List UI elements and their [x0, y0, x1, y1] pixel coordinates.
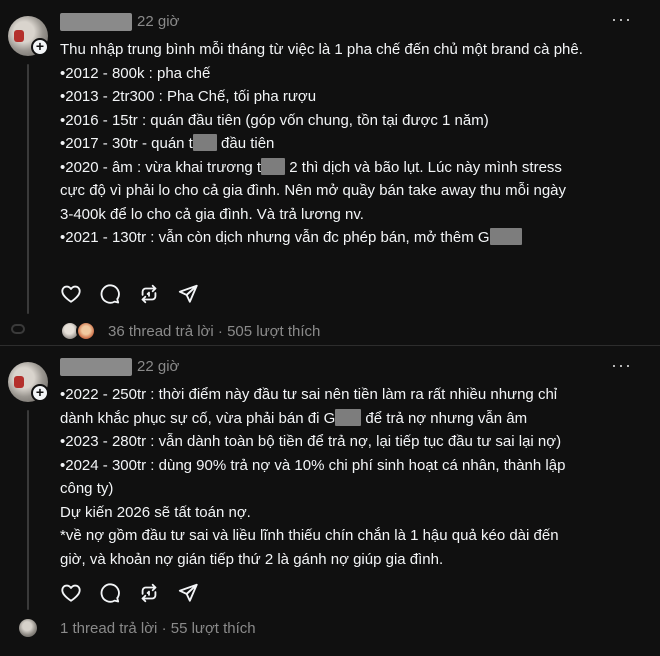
- thread-line: [27, 64, 29, 314]
- username-redacted[interactable]: [60, 13, 132, 31]
- redacted-text: [192, 134, 217, 151]
- repost-icon[interactable]: [138, 283, 160, 305]
- comment-icon[interactable]: [99, 582, 121, 604]
- post-body: Thu nhập trung bình mỗi tháng từ việc là…: [60, 38, 650, 250]
- like-count[interactable]: 55 lượt thích: [171, 620, 256, 637]
- post-line: Dự kiến 2026 sẽ tất toán nợ.: [60, 503, 251, 521]
- action-bar: [60, 582, 199, 604]
- engagement-text[interactable]: 1 thread trả lời · 55 lượt thích: [60, 620, 256, 637]
- post-text: dành khắc phục sự cố, vừa phải bán đi G: [60, 409, 336, 427]
- post-text: 2 thì dịch và bão lụt. Lúc này mình stre…: [285, 158, 562, 176]
- more-icon[interactable]: ···: [611, 9, 632, 30]
- like-count[interactable]: 505 lượt thích: [227, 323, 320, 340]
- avatar: [76, 321, 96, 341]
- follow-plus-icon[interactable]: +: [31, 38, 49, 56]
- post-line: •2022 - 250tr : thời điểm này đầu tư sai…: [60, 386, 558, 403]
- avatar: [19, 619, 37, 637]
- more-icon[interactable]: ···: [611, 355, 632, 376]
- post-line: •2020 - âm : vừa khai trương t 2 thì dịc…: [60, 156, 650, 180]
- share-icon[interactable]: [177, 582, 199, 604]
- action-bar: [60, 283, 199, 305]
- heart-icon[interactable]: [60, 283, 82, 305]
- engagement-text[interactable]: 36 thread trả lời · 505 lượt thích: [108, 323, 320, 340]
- post-line: công ty): [60, 480, 114, 497]
- post-line: •2016 - 15tr : quán đầu tiên (góp vốn ch…: [60, 111, 489, 129]
- separator: ·: [217, 322, 223, 340]
- post-body: •2022 - 250tr : thời điểm này đầu tư sai…: [60, 383, 650, 571]
- post-text: •2017 - 30tr - quán t: [60, 135, 193, 152]
- heart-icon[interactable]: [60, 582, 82, 604]
- post-line: dành khắc phục sự cố, vừa phải bán đi G …: [60, 407, 650, 431]
- reply-count[interactable]: 36 thread trả lời: [108, 323, 214, 340]
- thread-loop-icon: [11, 324, 25, 334]
- redacted-text: [335, 408, 362, 426]
- redacted-text: [261, 157, 286, 175]
- post-time: 22 giờ: [137, 358, 180, 375]
- post-line: *về nợ gồm đầu tư sai và liều lĩnh thiếu…: [60, 527, 559, 544]
- post-line: •2024 - 300tr : dùng 90% trả nợ và 10% c…: [60, 456, 566, 474]
- thread-post-2: + 22 giờ ··· •2022 - 250tr : thời điểm n…: [0, 346, 660, 656]
- post-text: đầu tiên: [216, 135, 275, 152]
- post-line: 3-400k để lo cho cả gia đình. Và trả lươ…: [60, 205, 364, 223]
- separator: ·: [161, 620, 167, 637]
- post-line: Thu nhập trung bình mỗi tháng từ việc là…: [60, 41, 583, 58]
- comment-icon[interactable]: [99, 283, 121, 305]
- post-line: •2023 - 280tr : vẫn dành toàn bộ tiền để…: [60, 433, 562, 450]
- post-text: •2021 - 130tr : vẫn còn dịch nhưng vẫn đ…: [60, 229, 490, 246]
- post-time: 22 giờ: [137, 13, 180, 30]
- redacted-text: [489, 228, 522, 245]
- share-icon[interactable]: [177, 283, 199, 305]
- post-line: •2021 - 130tr : vẫn còn dịch nhưng vẫn đ…: [60, 226, 650, 250]
- follow-plus-icon[interactable]: +: [31, 384, 49, 402]
- post-line: •2017 - 30tr - quán t đầu tiên: [60, 132, 650, 156]
- username-redacted[interactable]: [60, 358, 132, 376]
- post-line: cực độ vì phải lo cho cả gia đình. Nên m…: [60, 182, 567, 199]
- post-line: giờ, và khoản nợ gián tiếp thứ 2 là gánh…: [60, 550, 444, 568]
- reply-count[interactable]: 1 thread trả lời: [60, 620, 157, 637]
- post-text: •2020 - âm : vừa khai trương t: [60, 158, 262, 176]
- post-line: •2012 - 800k : pha chế: [60, 64, 211, 82]
- thread-post-1: + 22 giờ ··· Thu nhập trung bình mỗi thá…: [0, 0, 660, 345]
- thread-line: [27, 410, 29, 610]
- post-line: •2013 - 2tr300 : Pha Chế, tối pha rượu: [60, 88, 317, 105]
- replier-avatars: [60, 321, 100, 341]
- post-text: để trả nợ nhưng vẫn âm: [361, 409, 528, 427]
- repost-icon[interactable]: [138, 582, 160, 604]
- post-stats: 36 thread trả lời · 505 lượt thích: [60, 321, 320, 341]
